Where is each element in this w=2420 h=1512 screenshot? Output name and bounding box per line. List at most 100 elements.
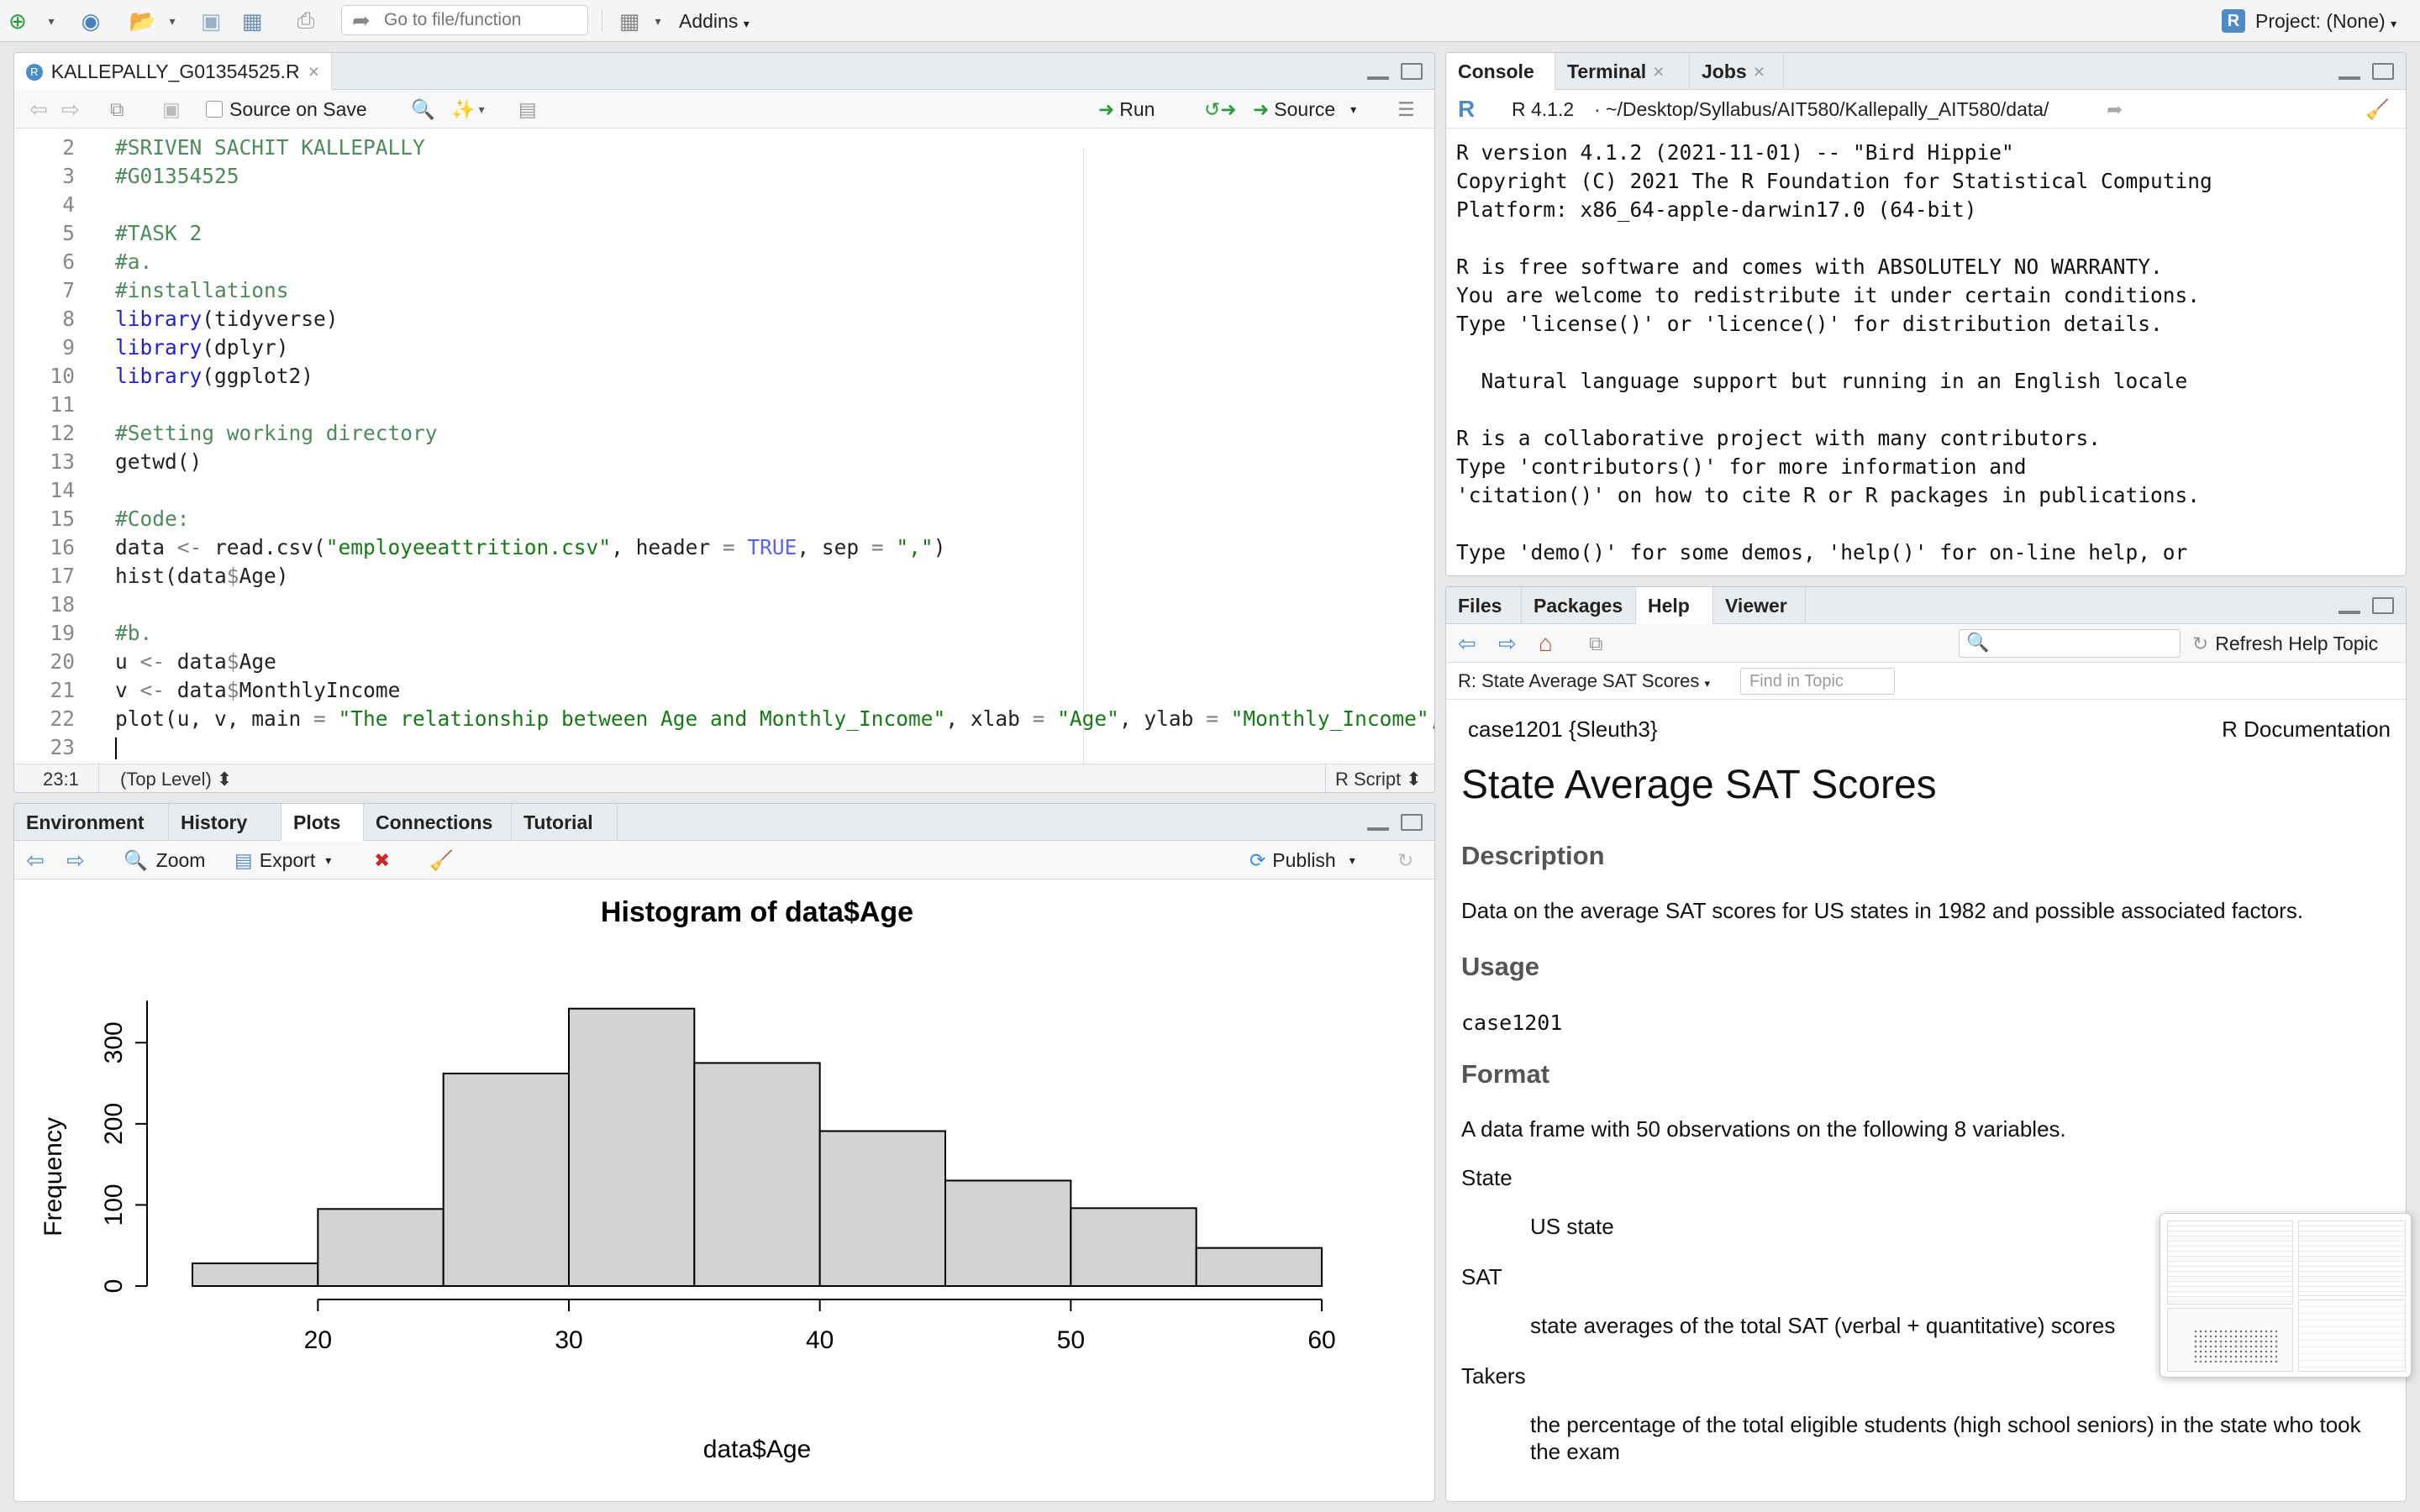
code-text[interactable]: #installations	[115, 276, 289, 305]
code-line[interactable]: 14	[14, 476, 1434, 505]
tab-console[interactable]: Console	[1446, 53, 1555, 91]
open-folder-icon[interactable]: 📂	[126, 8, 160, 34]
code-text[interactable]: #G01354525	[115, 162, 239, 191]
minimize-icon[interactable]	[1367, 824, 1389, 831]
tab-packages[interactable]: Packages	[1522, 587, 1636, 624]
show-in-window-icon[interactable]: ⧉	[110, 90, 124, 129]
tab-terminal[interactable]: Terminal ×	[1555, 53, 1690, 90]
refresh-plot-icon[interactable]: ↻	[1397, 841, 1413, 879]
code-text[interactable]: #SRIVEN SACHIT KALLEPALLY	[115, 134, 425, 162]
remove-plot-icon[interactable]: ✖	[374, 841, 390, 879]
code-line[interactable]: 2 #SRIVEN SACHIT KALLEPALLY	[14, 134, 1434, 162]
console-output[interactable]: R version 4.1.2 (2021-11-01) -- "Bird Hi…	[1446, 132, 2406, 575]
code-text[interactable]: getwd()	[115, 448, 202, 476]
search-icon[interactable]: 🔍	[411, 90, 435, 129]
outline-icon[interactable]: ☰	[1397, 90, 1415, 129]
close-tab-icon[interactable]: ×	[308, 60, 319, 83]
code-area[interactable]: 2 #SRIVEN SACHIT KALLEPALLY 3 #G01354525 4 5 #…	[14, 134, 1434, 765]
screenshot-thumbnail[interactable]	[2160, 1213, 2412, 1378]
pane-layout-icon[interactable]: ▦	[615, 8, 644, 34]
code-text[interactable]: library(ggplot2)	[115, 362, 313, 391]
tab-connections[interactable]: Connections	[364, 804, 512, 841]
code-line[interactable]: 9 library(dplyr)	[14, 333, 1434, 362]
home-icon[interactable]: ⌂	[1539, 624, 1553, 663]
tab-jobs[interactable]: Jobs ×	[1690, 53, 1784, 90]
save-icon[interactable]: ▣	[198, 8, 224, 34]
next-plot-icon[interactable]: ⇨	[66, 841, 85, 879]
maximize-icon[interactable]	[1401, 814, 1423, 831]
close-tab-icon[interactable]: ×	[1754, 60, 1765, 83]
code-text[interactable]: #Code:	[115, 505, 190, 533]
run-button[interactable]: ➜ Run	[1098, 90, 1155, 129]
rerun-icon[interactable]: ↺➜	[1204, 90, 1237, 129]
chevron-down-icon[interactable]: ▾	[165, 8, 180, 34]
code-line[interactable]: 13 getwd()	[14, 448, 1434, 476]
code-text[interactable]: plot(u, v, main = "The relationship betw…	[115, 705, 1434, 733]
addins-menu[interactable]: Addins ▾	[679, 10, 750, 33]
code-text[interactable]: #Setting working directory	[115, 419, 438, 448]
code-line[interactable]: 20 u <- data$Age	[14, 648, 1434, 676]
code-tools-icon[interactable]: ✨ ▾	[451, 90, 485, 129]
new-file-icon[interactable]: ⊕	[5, 8, 30, 34]
code-line[interactable]: 19 #b.	[14, 619, 1434, 648]
project-menu[interactable]: Project: (None) ▾	[2255, 10, 2396, 33]
scope-selector[interactable]: (Top Level) ⬍	[120, 769, 232, 790]
publish-button[interactable]: ⟳ Publish ▾	[1249, 841, 1355, 879]
code-line[interactable]: 23	[14, 733, 1434, 762]
code-line[interactable]: 5 #TASK 2	[14, 219, 1434, 248]
code-line[interactable]: 15 #Code:	[14, 505, 1434, 533]
chevron-down-icon[interactable]: ▾	[650, 8, 666, 34]
refresh-help-button[interactable]: ↻ Refresh Help Topic	[2192, 624, 2378, 663]
new-project-icon[interactable]: ◉	[76, 8, 106, 34]
code-line[interactable]: 4	[14, 191, 1434, 219]
export-button[interactable]: ▤ Export ▾	[234, 841, 331, 879]
code-line[interactable]: 6 #a.	[14, 248, 1434, 276]
code-text[interactable]: u <- data$Age	[115, 648, 276, 676]
code-line[interactable]: 16 data <- read.csv("employeeattrition.cs…	[14, 533, 1434, 562]
compile-report-icon[interactable]: ▤	[518, 90, 537, 129]
code-text[interactable]: #b.	[115, 619, 152, 648]
tab-help[interactable]: Help	[1636, 587, 1713, 625]
chevron-down-icon[interactable]: ▾	[44, 8, 59, 34]
close-tab-icon[interactable]: ×	[1653, 60, 1664, 83]
prev-plot-icon[interactable]: ⇦	[26, 841, 45, 879]
code-text[interactable]: #TASK 2	[115, 219, 202, 248]
minimize-icon[interactable]	[2338, 73, 2360, 80]
save-all-icon[interactable]: ▦	[237, 8, 267, 34]
file-type-selector[interactable]: R Script ⬍	[1335, 769, 1422, 790]
topic-select[interactable]: R: State Average SAT Scores ▾	[1458, 670, 1710, 692]
code-text[interactable]: data <- read.csv("employeeattrition.csv"…	[115, 533, 945, 562]
checkbox-icon[interactable]	[206, 101, 223, 118]
tab-files[interactable]: Files	[1446, 587, 1522, 624]
code-line[interactable]: 8 library(tidyverse)	[14, 305, 1434, 333]
tab-history[interactable]: History	[169, 804, 281, 841]
code-text[interactable]: library(dplyr)	[115, 333, 289, 362]
tab-editor-file[interactable]: R KALLEPALLY_G01354525.R ×	[14, 53, 332, 91]
maximize-icon[interactable]	[2372, 63, 2394, 80]
go-to-directory-icon[interactable]: ➦	[2107, 90, 2123, 129]
source-button[interactable]: ➜ Source ▾	[1253, 90, 1356, 129]
code-text[interactable]: #a.	[115, 248, 152, 276]
clear-plots-icon[interactable]: 🧹	[429, 841, 454, 879]
code-line[interactable]: 18	[14, 591, 1434, 619]
goto-file-input[interactable]: ➦ Go to file/function	[341, 5, 588, 35]
code-line[interactable]: 10 library(ggplot2)	[14, 362, 1434, 391]
working-directory[interactable]: · ~/Desktop/Syllabus/AIT580/Kallepally_A…	[1594, 90, 2049, 129]
code-text[interactable]: library(tidyverse)	[115, 305, 339, 333]
maximize-icon[interactable]	[1401, 63, 1423, 80]
code-line[interactable]: 17 hist(data$Age)	[14, 562, 1434, 591]
show-in-window-icon[interactable]: ⧉	[1589, 624, 1602, 663]
clear-console-icon[interactable]: 🧹	[2365, 90, 2390, 129]
code-line[interactable]: 11	[14, 391, 1434, 419]
tab-tutorial[interactable]: Tutorial	[512, 804, 618, 841]
back-icon[interactable]: ⇦	[1458, 624, 1476, 663]
save-icon[interactable]: ▣	[162, 90, 181, 129]
code-text[interactable]: v <- data$MonthlyIncome	[115, 676, 400, 705]
code-line[interactable]: 21 v <- data$MonthlyIncome	[14, 676, 1434, 705]
tab-plots[interactable]: Plots	[281, 804, 364, 842]
print-icon[interactable]: ⎙	[291, 8, 321, 34]
tab-environment[interactable]: Environment	[14, 804, 169, 841]
source-on-save-checkbox[interactable]: Source on Save	[206, 90, 367, 129]
forward-icon[interactable]: ⇨	[1498, 624, 1517, 663]
code-line[interactable]: 7 #installations	[14, 276, 1434, 305]
